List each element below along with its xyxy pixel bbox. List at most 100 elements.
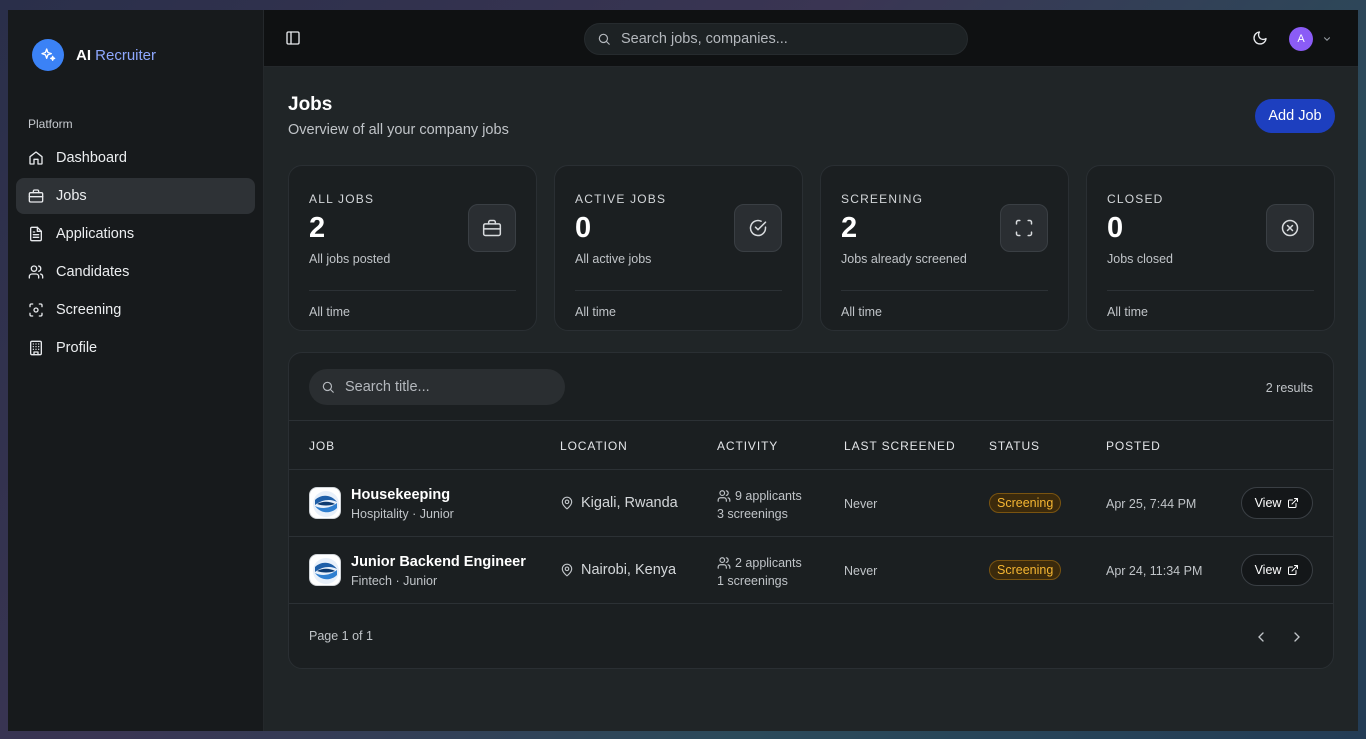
map-pin-icon xyxy=(561,496,573,510)
sidebar-item-dashboard[interactable]: Dashboard xyxy=(16,140,255,176)
applicants-count: 2 applicants xyxy=(735,556,802,570)
main-area: A Jobs Overview of all your company jobs… xyxy=(264,10,1358,731)
avatar[interactable]: A xyxy=(1289,27,1313,51)
job-subtitle: Hospitality · Junior xyxy=(351,507,454,521)
table-header: JOB LOCATION ACTIVITY LAST SCREENED STAT… xyxy=(289,421,1333,470)
title-search[interactable] xyxy=(309,369,565,405)
table-row[interactable]: Junior Backend Engineer Fintech · Junior… xyxy=(289,537,1333,604)
stat-description: Jobs closed xyxy=(1107,252,1174,266)
add-job-button[interactable]: Add Job xyxy=(1255,99,1335,133)
screenings-count: 1 screenings xyxy=(717,574,788,588)
users-icon xyxy=(717,557,731,569)
global-search[interactable] xyxy=(584,23,968,55)
stat-footer: All time xyxy=(1107,305,1148,319)
sidebar-item-label: Applications xyxy=(56,226,135,242)
stat-value: 2 xyxy=(841,212,858,244)
divider xyxy=(309,290,516,291)
posted-date: Apr 25, 7:44 PM xyxy=(1106,497,1197,511)
briefcase-icon xyxy=(28,189,44,203)
stat-label: CLOSED xyxy=(1107,192,1164,206)
stat-description: All jobs posted xyxy=(309,252,391,266)
screenings-count: 3 screenings xyxy=(717,507,788,521)
stat-card-screening: SCREENING 2 Jobs already screened All ti… xyxy=(820,165,1069,331)
stat-value: 2 xyxy=(309,212,326,244)
sidebar-item-label: Dashboard xyxy=(56,150,127,166)
job-activity: 9 applicants 3 screenings xyxy=(717,487,802,523)
last-screened: Never xyxy=(844,564,878,578)
app-window: AI Recruiter Platform Dashboard Jobs App… xyxy=(8,10,1358,731)
stats-row: ALL JOBS 2 All jobs posted All time ACTI… xyxy=(288,165,1335,331)
chevron-down-icon[interactable] xyxy=(1322,34,1332,44)
x-circle-icon xyxy=(1266,204,1314,252)
stat-label: ACTIVE JOBS xyxy=(575,192,667,206)
job-activity: 2 applicants 1 screenings xyxy=(717,554,802,590)
sidebar-item-applications[interactable]: Applications xyxy=(16,216,255,252)
table-toolbar: 2 results xyxy=(289,353,1333,421)
view-job-button[interactable]: View xyxy=(1241,487,1313,519)
company-logo xyxy=(309,554,341,586)
last-screened: Never xyxy=(844,497,878,511)
column-header-job[interactable]: JOB xyxy=(309,439,335,453)
sidebar-toggle-icon[interactable] xyxy=(285,30,301,46)
file-text-icon xyxy=(30,226,42,242)
global-search-input[interactable] xyxy=(621,31,941,47)
column-header-location[interactable]: LOCATION xyxy=(560,439,628,453)
result-count: 2 results xyxy=(1265,381,1313,395)
topbar: A xyxy=(264,10,1358,67)
chevron-left-icon[interactable] xyxy=(1253,629,1269,645)
pagination-text: Page 1 of 1 xyxy=(309,629,373,643)
view-job-button[interactable]: View xyxy=(1241,554,1313,586)
status-badge: Screening xyxy=(989,493,1062,513)
job-subtitle: Fintech · Junior xyxy=(351,574,438,588)
stat-footer: All time xyxy=(841,305,882,319)
column-header-status[interactable]: STATUS xyxy=(989,439,1040,453)
stat-label: SCREENING xyxy=(841,192,924,206)
stat-card-active-jobs: ACTIVE JOBS 0 All active jobs All time xyxy=(554,165,803,331)
stat-value: 0 xyxy=(575,212,592,244)
column-header-activity[interactable]: ACTIVITY xyxy=(717,439,778,453)
stat-label: ALL JOBS xyxy=(309,192,375,206)
scan-icon xyxy=(1000,204,1048,252)
stat-footer: All time xyxy=(309,305,350,319)
page-content: Jobs Overview of all your company jobs A… xyxy=(264,67,1358,669)
job-title[interactable]: Junior Backend Engineer xyxy=(351,554,526,570)
applicants-count: 9 applicants xyxy=(735,489,802,503)
sidebar-item-profile[interactable]: Profile xyxy=(16,330,255,366)
moon-icon[interactable] xyxy=(1252,30,1268,46)
sidebar-item-label: Profile xyxy=(56,340,98,356)
view-button-label: View xyxy=(1254,563,1282,577)
column-header-posted[interactable]: POSTED xyxy=(1106,439,1161,453)
page-header: Jobs Overview of all your company jobs A… xyxy=(288,94,1335,156)
stat-description: All active jobs xyxy=(575,252,652,266)
check-circle-icon xyxy=(734,204,782,252)
jobs-table: 2 results JOB LOCATION ACTIVITY LAST SCR… xyxy=(288,352,1334,669)
home-icon xyxy=(29,151,43,165)
status-badge: Screening xyxy=(989,560,1062,580)
building-icon xyxy=(30,340,42,356)
search-icon xyxy=(598,33,610,45)
chevron-right-icon[interactable] xyxy=(1289,629,1305,645)
job-title[interactable]: Housekeeping xyxy=(351,487,450,503)
divider xyxy=(1107,290,1314,291)
stat-value: 0 xyxy=(1107,212,1124,244)
sidebar: AI Recruiter Platform Dashboard Jobs App… xyxy=(8,10,264,731)
job-location: Kigali, Rwanda xyxy=(560,495,678,511)
table-row[interactable]: Housekeeping Hospitality · Junior Kigali… xyxy=(289,470,1333,537)
sidebar-item-candidates[interactable]: Candidates xyxy=(16,254,255,290)
external-link-icon xyxy=(1288,565,1299,575)
sidebar-item-label: Screening xyxy=(56,302,122,318)
sidebar-item-jobs[interactable]: Jobs xyxy=(16,178,255,214)
job-location: Nairobi, Kenya xyxy=(560,562,676,578)
view-button-label: View xyxy=(1254,496,1282,510)
brand-name-light: Recruiter xyxy=(95,46,157,64)
brand[interactable]: AI Recruiter xyxy=(16,10,255,100)
column-header-last-screened[interactable]: LAST SCREENED xyxy=(844,439,956,453)
stat-footer: All time xyxy=(575,305,616,319)
company-logo xyxy=(309,487,341,519)
sidebar-item-label: Candidates xyxy=(56,264,130,280)
sidebar-item-screening[interactable]: Screening xyxy=(16,292,255,328)
map-pin-icon xyxy=(561,563,573,577)
sidebar-section-label: Platform xyxy=(28,117,73,131)
users-icon xyxy=(28,265,44,279)
title-search-input[interactable] xyxy=(345,379,545,395)
